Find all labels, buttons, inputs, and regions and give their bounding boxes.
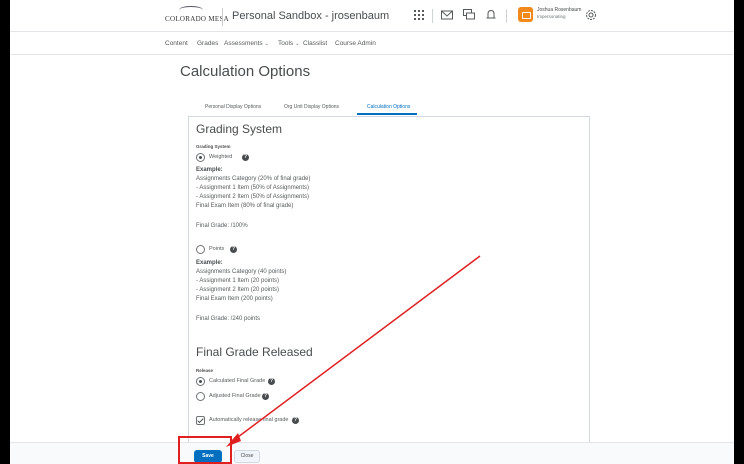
auto-release-label: Automatically release final grade	[209, 417, 289, 423]
user-name: Joshua Rosenbaum	[537, 7, 582, 13]
weighted-example-heading: Example:	[196, 167, 223, 173]
tab-personal-display-options[interactable]: Personal Display Options	[205, 104, 261, 110]
calculated-final-grade-label: Calculated Final Grade	[209, 378, 266, 384]
nav-content[interactable]: Content	[165, 40, 188, 47]
highlight-box	[178, 436, 232, 464]
weighted-option[interactable]: Weighted ?	[196, 153, 276, 163]
nav-course-admin[interactable]: Course Admin	[335, 40, 376, 47]
close-button[interactable]: Close	[234, 450, 260, 463]
help-icon[interactable]: ?	[262, 393, 269, 400]
header-separator	[506, 9, 507, 23]
waffle-icon[interactable]	[412, 8, 426, 22]
nav-tools[interactable]: Tools ⌄	[278, 40, 299, 47]
points-example-line: - Assignment 2 Item (20 points)	[196, 287, 280, 293]
calculated-final-grade-radio[interactable]	[196, 377, 205, 386]
points-example-line: Final Exam Item (200 points)	[196, 296, 273, 302]
chevron-down-icon: ⌄	[264, 41, 269, 47]
logo-text: COLORADO MESA	[165, 15, 229, 23]
chevron-down-icon: ⌄	[295, 41, 300, 47]
gear-icon[interactable]	[584, 8, 598, 22]
weighted-label: Weighted	[209, 154, 233, 160]
weighted-radio[interactable]	[196, 153, 205, 162]
nav-tools-label: Tools	[278, 40, 294, 47]
points-example-line: - Assignment 1 Item (20 points)	[196, 278, 280, 284]
avatar-icon	[518, 7, 533, 22]
mail-icon[interactable]	[440, 8, 454, 22]
page-title: Calculation Options	[180, 63, 311, 80]
weighted-final-grade: Final Grade: /100%	[196, 223, 248, 229]
adjusted-final-grade-label: Adjusted Final Grade	[209, 393, 261, 399]
auto-release-option[interactable]: Automatically release final grade ?	[196, 416, 336, 426]
chat-icon[interactable]	[462, 8, 476, 22]
points-option[interactable]: Points ?	[196, 245, 276, 255]
help-icon[interactable]: ?	[242, 154, 249, 161]
points-label: Points	[209, 246, 225, 252]
course-navbar: Content Grades Assessments ⌄ Tools ⌄ Class…	[10, 33, 734, 55]
points-example-line: Assignments Category (40 points)	[196, 269, 287, 275]
adjusted-final-grade-radio[interactable]	[196, 392, 205, 401]
tab-org-unit-display-options[interactable]: Org Unit Display Options	[284, 104, 339, 110]
org-name[interactable]: Personal Sandbox - jrosenbaum	[232, 10, 389, 22]
help-icon[interactable]: ?	[230, 246, 237, 253]
nav-grades[interactable]: Grades	[197, 40, 218, 47]
grading-system-heading: Grading System	[196, 122, 283, 136]
points-final-grade: Final Grade: /240 points	[196, 316, 261, 322]
points-example-heading: Example:	[196, 260, 223, 266]
weighted-example-line: Final Exam Item (80% of final grade)	[196, 203, 294, 209]
calculated-final-grade-option[interactable]: Calculated Final Grade ?	[196, 377, 316, 387]
user-menu[interactable]: Joshua Rosenbaum Impersonating	[518, 6, 582, 24]
nav-classlist[interactable]: Classlist	[303, 40, 327, 47]
header-divider	[222, 8, 223, 26]
weighted-example-line: - Assignment 1 Item (50% of Assignments)	[196, 185, 310, 191]
header-separator	[432, 9, 433, 23]
navbar: COLORADO MESA Personal Sandbox - jrosenb…	[10, 0, 734, 32]
active-tab-indicator	[357, 113, 417, 115]
points-radio[interactable]	[196, 245, 205, 254]
sticky-footer	[10, 442, 734, 464]
weighted-example-line: - Assignment 2 Item (50% of Assignments)	[196, 194, 310, 200]
weighted-example-line: Assignments Category (20% of final grade…	[196, 176, 311, 182]
final-grade-released-heading: Final Grade Released	[196, 345, 313, 359]
app-frame: COLORADO MESA Personal Sandbox - jrosenb…	[10, 0, 734, 464]
adjusted-final-grade-option[interactable]: Adjusted Final Grade ?	[196, 392, 316, 402]
release-label: Release	[196, 368, 214, 373]
grading-system-label: Grading System	[196, 144, 231, 149]
tab-calculation-options[interactable]: Calculation Options	[367, 104, 410, 110]
help-icon[interactable]: ?	[292, 417, 299, 424]
auto-release-checkbox[interactable]	[196, 416, 205, 425]
nav-assessments-label: Assessments	[224, 40, 263, 47]
bell-icon[interactable]	[484, 8, 498, 22]
logo-arc-icon	[179, 6, 203, 14]
org-logo[interactable]: COLORADO MESA	[165, 6, 229, 26]
nav-assessments[interactable]: Assessments ⌄	[224, 40, 269, 47]
user-role: Impersonating	[537, 14, 566, 19]
help-icon[interactable]: ?	[268, 378, 275, 385]
